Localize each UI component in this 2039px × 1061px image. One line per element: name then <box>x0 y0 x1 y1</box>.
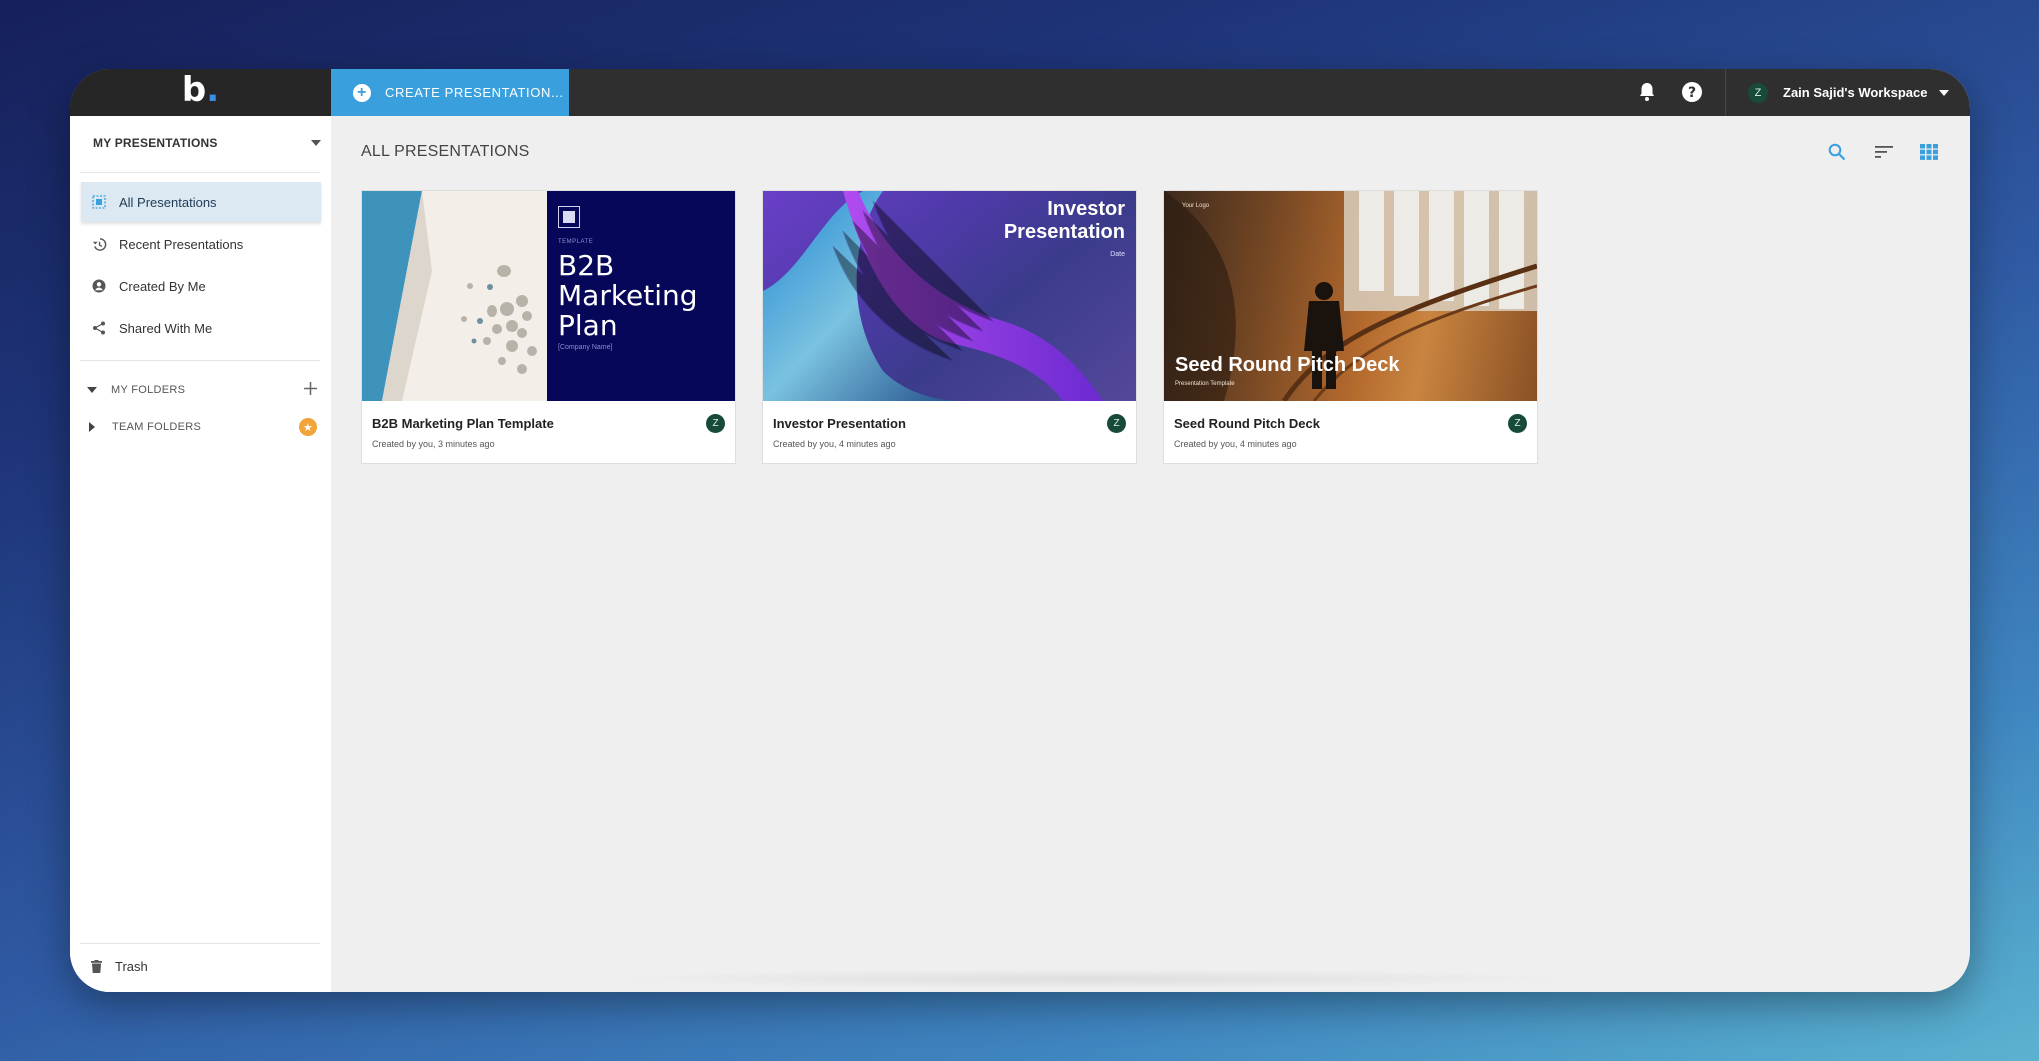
add-folder-icon[interactable] <box>304 382 317 398</box>
divider <box>80 943 320 944</box>
thumbnail-tag: TEMPLATE <box>558 239 594 245</box>
sidebar-item-created-by-me[interactable]: Created By Me <box>81 266 321 306</box>
presentation-card[interactable]: Your Logo Seed Round Pitch Deck Presenta… <box>1163 190 1538 464</box>
sidebar-item-label: All Presentations <box>119 194 217 210</box>
presentation-thumbnail: Your Logo Seed Round Pitch Deck Presenta… <box>1164 191 1537 401</box>
chevron-down-icon <box>1939 89 1950 96</box>
history-icon <box>91 236 107 252</box>
my-folders-toggle[interactable]: MY FOLDERS <box>87 380 317 400</box>
create-presentation-button[interactable]: + CREATE PRESENTATION... <box>331 69 569 116</box>
sidebar-item-recent-presentations[interactable]: Recent Presentations <box>81 224 321 264</box>
sidebar-item-shared-with-me[interactable]: Shared With Me <box>81 308 321 348</box>
thumbnail-subheading: Presentation Template <box>1175 381 1235 387</box>
grid-view-icon[interactable] <box>1918 141 1940 163</box>
sidebar-item-label: Shared With Me <box>119 320 213 336</box>
chevron-down-icon <box>311 140 321 146</box>
card-title: Investor Presentation <box>773 416 906 431</box>
caret-down-icon <box>87 387 97 393</box>
trash-icon <box>91 960 102 973</box>
owner-avatar: Z <box>1508 414 1527 433</box>
trash-label: Trash <box>115 959 148 974</box>
card-title: Seed Round Pitch Deck <box>1174 416 1320 431</box>
thumbnail-logo: Your Logo <box>1182 203 1210 209</box>
presentation-thumbnail: Investor Presentation Date <box>763 191 1136 401</box>
divider <box>80 360 320 361</box>
sidebar-item-label: Recent Presentations <box>119 236 244 252</box>
trash-button[interactable]: Trash <box>91 959 148 974</box>
create-presentation-label: CREATE PRESENTATION... <box>385 85 564 100</box>
svg-text:?: ? <box>1688 85 1696 101</box>
thumbnail-date: Date <box>1110 251 1125 258</box>
card-meta: Created by you, 4 minutes ago <box>1174 439 1297 449</box>
share-icon <box>91 320 107 336</box>
thumbnail-heading: Investor Presentation <box>1003 198 1125 243</box>
sidebar-header: MY PRESENTATIONS <box>93 136 218 150</box>
caret-right-icon <box>89 422 95 432</box>
logo[interactable]: b. <box>70 69 331 116</box>
card-meta: Created by you, 3 minutes ago <box>372 439 495 449</box>
thumbnail-image <box>362 191 547 401</box>
thumbnail-heading: Seed Round Pitch Deck <box>1175 354 1400 376</box>
workspace-avatar: Z <box>1748 82 1768 103</box>
presentation-card[interactable]: Investor Presentation Date Investor Pres… <box>762 190 1137 464</box>
plus-circle-icon: + <box>353 83 371 102</box>
app-window: b. + CREATE PRESENTATION... ? Z Zain Saj… <box>70 69 1970 992</box>
workspace-switcher[interactable]: Z Zain Sajid's Workspace <box>1725 69 1970 116</box>
owner-avatar: Z <box>706 414 725 433</box>
presentation-card[interactable]: TEMPLATE B2B Marketing Plan [Company Nam… <box>361 190 736 464</box>
divider <box>80 172 320 173</box>
logo-mark: b. <box>181 69 220 110</box>
owner-avatar: Z <box>1107 414 1126 433</box>
top-bar: b. + CREATE PRESENTATION... ? Z Zain Saj… <box>70 69 1970 116</box>
my-folders-label: MY FOLDERS <box>111 384 186 396</box>
workspace-name: Zain Sajid's Workspace <box>1783 85 1928 100</box>
team-folders-label: TEAM FOLDERS <box>112 421 202 433</box>
my-presentations-dropdown[interactable]: MY PRESENTATIONS <box>93 136 323 150</box>
sidebar-item-label: Created By Me <box>119 278 206 294</box>
star-badge-icon[interactable]: ★ <box>299 418 317 436</box>
page-title: ALL PRESENTATIONS <box>361 143 530 160</box>
team-folders-toggle[interactable]: TEAM FOLDERS ★ <box>87 417 317 437</box>
sort-icon[interactable] <box>1873 141 1895 163</box>
help-icon[interactable]: ? <box>1680 80 1704 104</box>
decorative-shadow <box>600 969 1580 989</box>
bell-icon[interactable] <box>1635 80 1659 104</box>
card-meta: Created by you, 4 minutes ago <box>773 439 896 449</box>
placeholder-box-icon <box>558 206 580 228</box>
thumbnail-heading: B2B Marketing Plan <box>558 249 698 342</box>
user-icon <box>91 278 107 294</box>
search-icon[interactable] <box>1826 141 1848 163</box>
sidebar-item-all-presentations[interactable]: All Presentations <box>81 182 321 222</box>
thumbnail-company: [Company Name] <box>558 344 613 351</box>
presentation-thumbnail: TEMPLATE B2B Marketing Plan [Company Nam… <box>362 191 735 401</box>
all-presentations-icon <box>91 194 107 210</box>
sidebar: MY PRESENTATIONS All Presentations Recen… <box>70 116 331 992</box>
card-title: B2B Marketing Plan Template <box>372 416 554 431</box>
